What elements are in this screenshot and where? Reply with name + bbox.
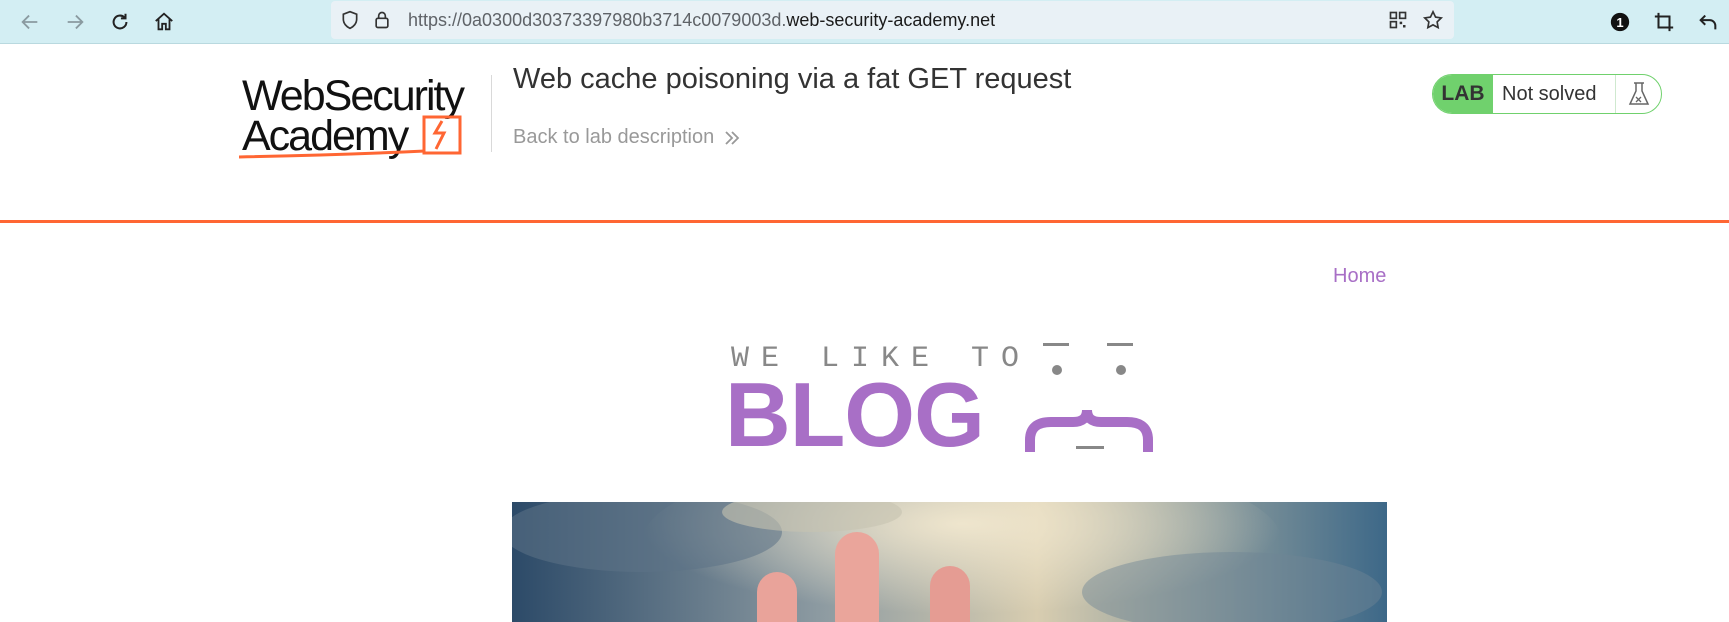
lab-title: Web cache poisoning via a fat GET reques… bbox=[513, 63, 1072, 95]
undo-icon[interactable] bbox=[1692, 6, 1724, 38]
extension-badge-count: 1 bbox=[1616, 14, 1624, 30]
url-text[interactable]: https://0a0300d30373397980b3714c0079003d… bbox=[408, 10, 995, 31]
reload-icon[interactable] bbox=[104, 6, 136, 38]
back-link-label: Back to lab description bbox=[513, 126, 715, 148]
double-chevron-icon bbox=[725, 130, 740, 145]
web-security-academy-logo[interactable]: WebSecurity Academy bbox=[239, 71, 489, 167]
crop-icon[interactable] bbox=[1648, 6, 1680, 38]
lab-badge: LAB bbox=[1433, 75, 1493, 113]
star-icon[interactable] bbox=[1422, 9, 1444, 31]
lab-status-text: Not solved bbox=[1493, 75, 1616, 113]
lab-header: WebSecurity Academy Web cache poisoning … bbox=[0, 45, 1729, 223]
extension-badge-icon[interactable]: 1 bbox=[1604, 6, 1636, 38]
hero-image-art bbox=[512, 502, 1387, 622]
forward-arrow-icon[interactable] bbox=[59, 6, 91, 38]
back-arrow-icon[interactable] bbox=[14, 6, 46, 38]
home-icon[interactable] bbox=[148, 6, 180, 38]
logo-mark-icon bbox=[239, 115, 462, 159]
flask-icon bbox=[1616, 75, 1661, 113]
qr-code-icon[interactable] bbox=[1387, 9, 1409, 31]
url-prefix: https://0a0300d30373397980b3714c0079003d… bbox=[408, 10, 787, 30]
back-to-description-link[interactable]: Back to lab description bbox=[513, 126, 740, 149]
blog-wordmark: BLOG bbox=[725, 365, 985, 466]
lab-status-widget: LAB Not solved bbox=[1432, 74, 1662, 114]
blog-hero-image[interactable] bbox=[512, 502, 1387, 622]
address-bar[interactable]: https://0a0300d30373397980b3714c0079003d… bbox=[331, 1, 1454, 39]
nav-home-link[interactable]: Home bbox=[1333, 265, 1386, 288]
shield-icon[interactable] bbox=[339, 9, 361, 31]
blog-logo: WE LIKE TO BLOG bbox=[725, 332, 1175, 461]
url-host: web-security-academy.net bbox=[786, 10, 996, 30]
browser-toolbar: https://0a0300d30373397980b3714c0079003d… bbox=[0, 0, 1729, 44]
blog-face-icon bbox=[1025, 343, 1153, 452]
header-divider bbox=[491, 75, 492, 152]
lock-icon[interactable] bbox=[371, 9, 393, 31]
